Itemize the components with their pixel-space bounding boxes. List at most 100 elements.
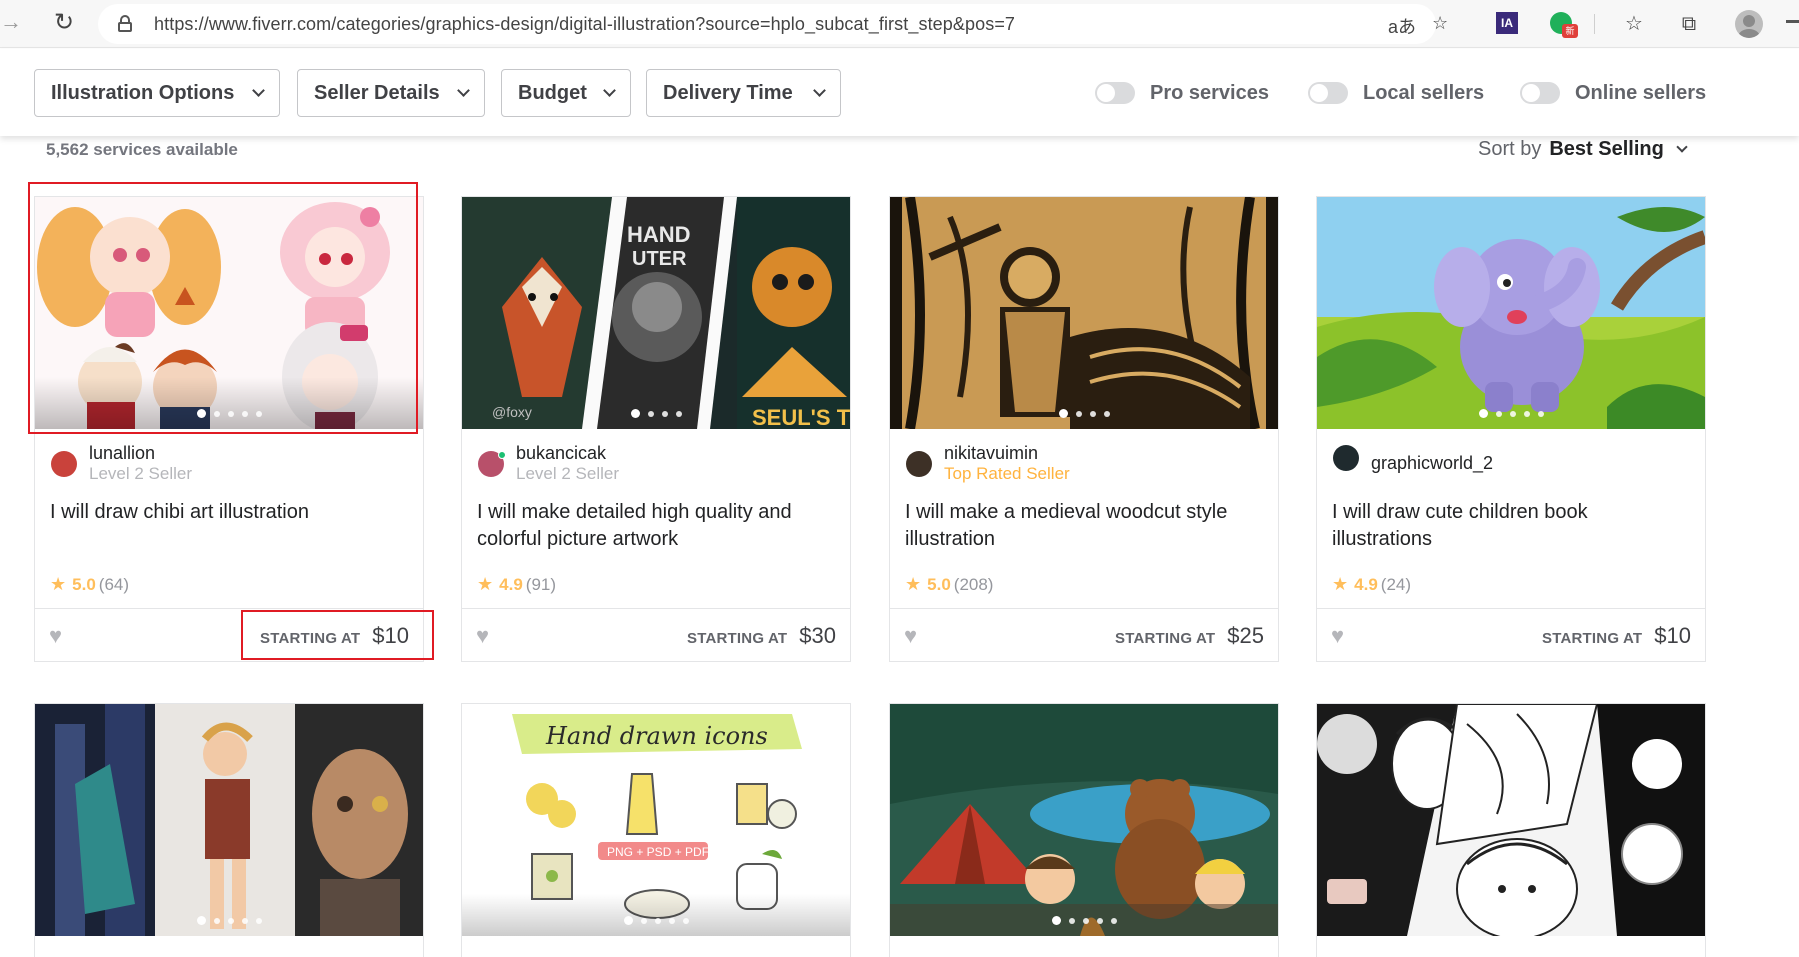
gig-rating: ★ 5.0 (64) <box>50 574 129 595</box>
avatar[interactable] <box>1333 445 1359 471</box>
carousel-dots[interactable] <box>35 405 423 419</box>
dropdown-label: Budget <box>518 81 587 104</box>
gig-card[interactable]: Hand drawn icons PNG + PSD + PDF <box>461 703 851 957</box>
toolbar-divider <box>1594 14 1595 34</box>
heart-icon[interactable]: ♥ <box>1331 623 1344 649</box>
seller-name[interactable]: nikitavuimin <box>944 443 1070 463</box>
seller-name[interactable]: lunallion <box>89 443 192 463</box>
price-label: STARTING AT <box>687 630 788 647</box>
gig-price[interactable]: STARTING AT $10 <box>260 623 409 649</box>
heart-icon[interactable]: ♥ <box>904 623 917 649</box>
gig-title[interactable]: I will make a medieval woodcut style ill… <box>905 499 1261 553</box>
url-text[interactable]: https://www.fiverr.com/categories/graphi… <box>154 14 1015 35</box>
gig-rating: ★ 5.0 (208) <box>905 574 993 595</box>
favorites-icon[interactable]: ☆ <box>1621 11 1647 37</box>
gig-thumbnail[interactable] <box>890 704 1278 936</box>
gig-card[interactable]: HAND UTER SEUL'S TO @foxy bukancicak Lev… <box>461 196 851 662</box>
star-icon: ★ <box>905 574 922 594</box>
carousel-dots[interactable] <box>462 405 850 419</box>
card-footer: ♥ STARTING AT $25 <box>890 608 1278 662</box>
heart-icon[interactable]: ♥ <box>49 623 62 649</box>
carousel-dots[interactable] <box>890 912 1278 926</box>
gig-card[interactable] <box>889 703 1279 957</box>
ia-extension-icon[interactable]: IA <box>1496 12 1518 34</box>
refresh-icon[interactable]: ↻ <box>50 10 78 38</box>
gig-thumbnail[interactable] <box>1317 704 1705 936</box>
pro-services-toggle[interactable]: Pro services <box>1095 79 1269 107</box>
price-value: $25 <box>1227 623 1264 648</box>
gig-title[interactable]: I will draw cute children book illustrat… <box>1332 499 1688 553</box>
gig-price[interactable]: STARTING AT $30 <box>687 623 836 649</box>
address-bar[interactable]: https://www.fiverr.com/categories/graphi… <box>98 4 1448 44</box>
poster-text: UTER <box>632 248 687 270</box>
carousel-dots[interactable] <box>1317 405 1705 419</box>
carousel-dots[interactable] <box>462 912 850 926</box>
gig-thumbnail[interactable] <box>35 197 423 429</box>
gig-thumbnail[interactable]: Hand drawn icons PNG + PSD + PDF <box>462 704 850 936</box>
carousel-dots[interactable] <box>890 405 1278 419</box>
seller-level: Level 2 Seller <box>89 464 193 483</box>
gig-thumbnail[interactable] <box>35 704 423 936</box>
gig-thumbnail[interactable]: HAND UTER SEUL'S TO @foxy <box>462 197 850 429</box>
review-count: (24) <box>1380 574 1412 594</box>
seller-name[interactable]: bukancicak <box>516 443 619 463</box>
illustration-options-dropdown[interactable]: Illustration Options <box>34 69 280 117</box>
carousel-dots[interactable] <box>1317 912 1705 926</box>
local-sellers-toggle[interactable]: Local sellers <box>1308 79 1484 107</box>
review-count: (91) <box>525 574 557 594</box>
price-label: STARTING AT <box>260 630 361 647</box>
gig-card[interactable] <box>1316 703 1706 957</box>
avatar[interactable] <box>906 451 932 477</box>
toggle-label: Pro services <box>1150 81 1269 104</box>
carousel-dots[interactable] <box>35 912 423 926</box>
sort-label: Sort by <box>1478 138 1542 160</box>
star-icon: ★ <box>1332 574 1349 594</box>
rating-value: 4.9 <box>1354 574 1378 594</box>
lock-icon <box>118 15 132 32</box>
rating-value: 5.0 <box>72 574 96 594</box>
seller-details-dropdown[interactable]: Seller Details <box>297 69 485 117</box>
sort-value[interactable]: Best Selling <box>1549 138 1663 161</box>
heart-icon[interactable]: ♥ <box>476 623 489 649</box>
budget-dropdown[interactable]: Budget <box>501 69 631 117</box>
back-arrow-icon[interactable]: → <box>0 11 24 35</box>
card-footer: ♥ STARTING AT $10 <box>35 608 423 662</box>
gig-card[interactable]: graphicworld_2 I will draw cute children… <box>1316 196 1706 662</box>
online-sellers-toggle[interactable]: Online sellers <box>1520 79 1706 107</box>
star-icon: ★ <box>50 574 67 594</box>
gig-card[interactable]: nikitavuimin Top Rated Seller I will mak… <box>889 196 1279 662</box>
gig-price[interactable]: STARTING AT $10 <box>1542 623 1691 649</box>
toggle-switch[interactable] <box>1308 82 1348 104</box>
window-edge <box>1786 20 1799 23</box>
card-footer: ♥ STARTING AT $10 <box>1317 608 1705 662</box>
gig-thumbnail[interactable] <box>890 197 1278 429</box>
gig-price[interactable]: STARTING AT $25 <box>1115 623 1264 649</box>
toggle-switch[interactable] <box>1520 82 1560 104</box>
gig-title[interactable]: I will draw chibi art illustration <box>50 499 406 526</box>
seller-level: Level 2 Seller <box>516 464 620 483</box>
seller-info[interactable]: nikitavuimin Top Rated Seller <box>906 443 1070 485</box>
sort-control[interactable]: Sort by Best Selling <box>1478 138 1688 161</box>
star-icon: ★ <box>477 574 494 594</box>
collections-icon[interactable]: ⧉ <box>1676 11 1702 37</box>
results-count: 5,562 services available <box>46 140 238 159</box>
price-label: STARTING AT <box>1115 630 1216 647</box>
gig-title[interactable]: I will make detailed high quality and co… <box>477 499 833 553</box>
translate-icon[interactable]: aあ <box>1388 13 1416 39</box>
gig-thumbnail[interactable] <box>1317 197 1705 429</box>
add-favorite-icon[interactable]: ☆ <box>1432 13 1448 34</box>
poster-text: HAND <box>627 222 691 247</box>
delivery-time-dropdown[interactable]: Delivery Time <box>646 69 841 117</box>
avatar[interactable] <box>478 451 506 477</box>
seller-name[interactable]: graphicworld_2 <box>1371 453 1493 473</box>
seller-info[interactable]: lunallion Level 2 Seller <box>51 443 192 485</box>
seller-info[interactable]: bukancicak Level 2 Seller <box>478 443 619 485</box>
chevron-down-icon <box>603 84 616 97</box>
seller-info[interactable]: graphicworld_2 <box>1333 443 1493 473</box>
avatar[interactable] <box>51 451 77 477</box>
extension-badge: 新 <box>1562 24 1578 38</box>
toggle-switch[interactable] <box>1095 82 1135 104</box>
gig-card[interactable] <box>34 703 424 957</box>
gig-card[interactable]: lunallion Level 2 Seller I will draw chi… <box>34 196 424 662</box>
profile-avatar[interactable] <box>1735 10 1763 38</box>
